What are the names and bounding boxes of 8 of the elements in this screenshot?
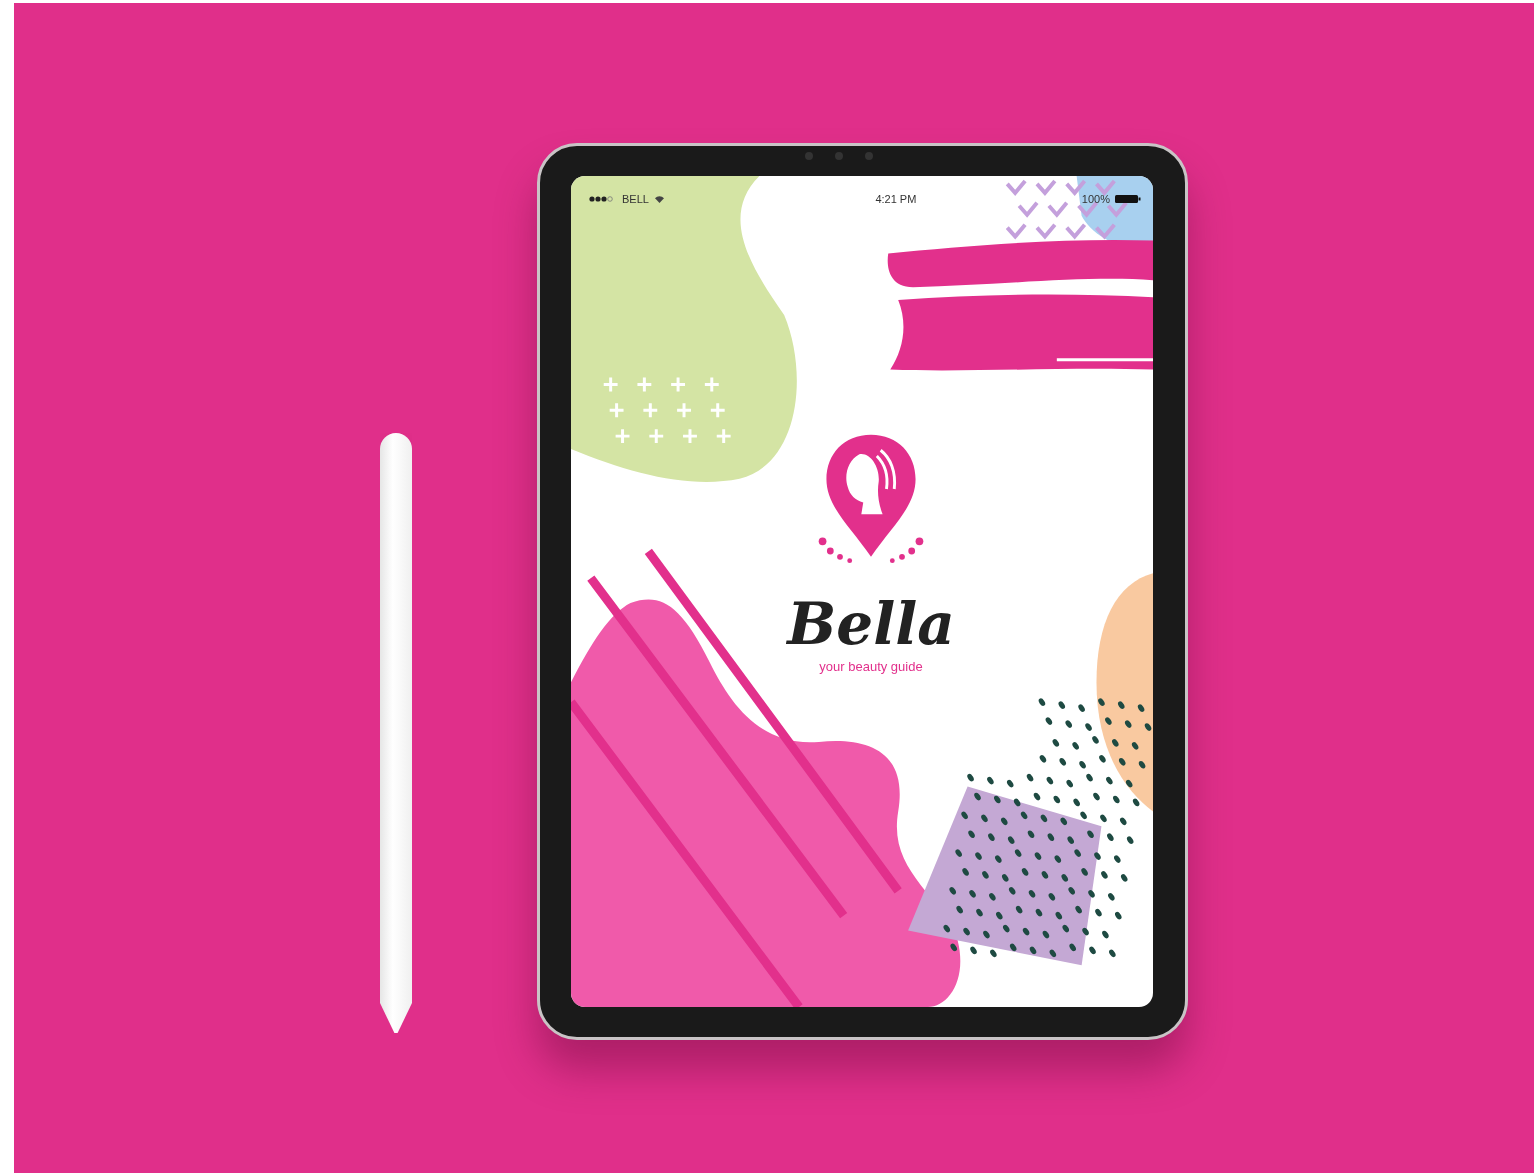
battery-icon — [1115, 194, 1141, 204]
battery-percent: 100% — [1081, 193, 1110, 205]
clock-time: 4:21 PM — [875, 193, 917, 205]
app-tagline: your beauty guide — [819, 658, 923, 674]
carrier-name: BELL — [622, 193, 649, 205]
app-name: Bella — [787, 594, 955, 655]
camera-icon — [805, 152, 873, 160]
wifi-icon — [653, 194, 665, 204]
